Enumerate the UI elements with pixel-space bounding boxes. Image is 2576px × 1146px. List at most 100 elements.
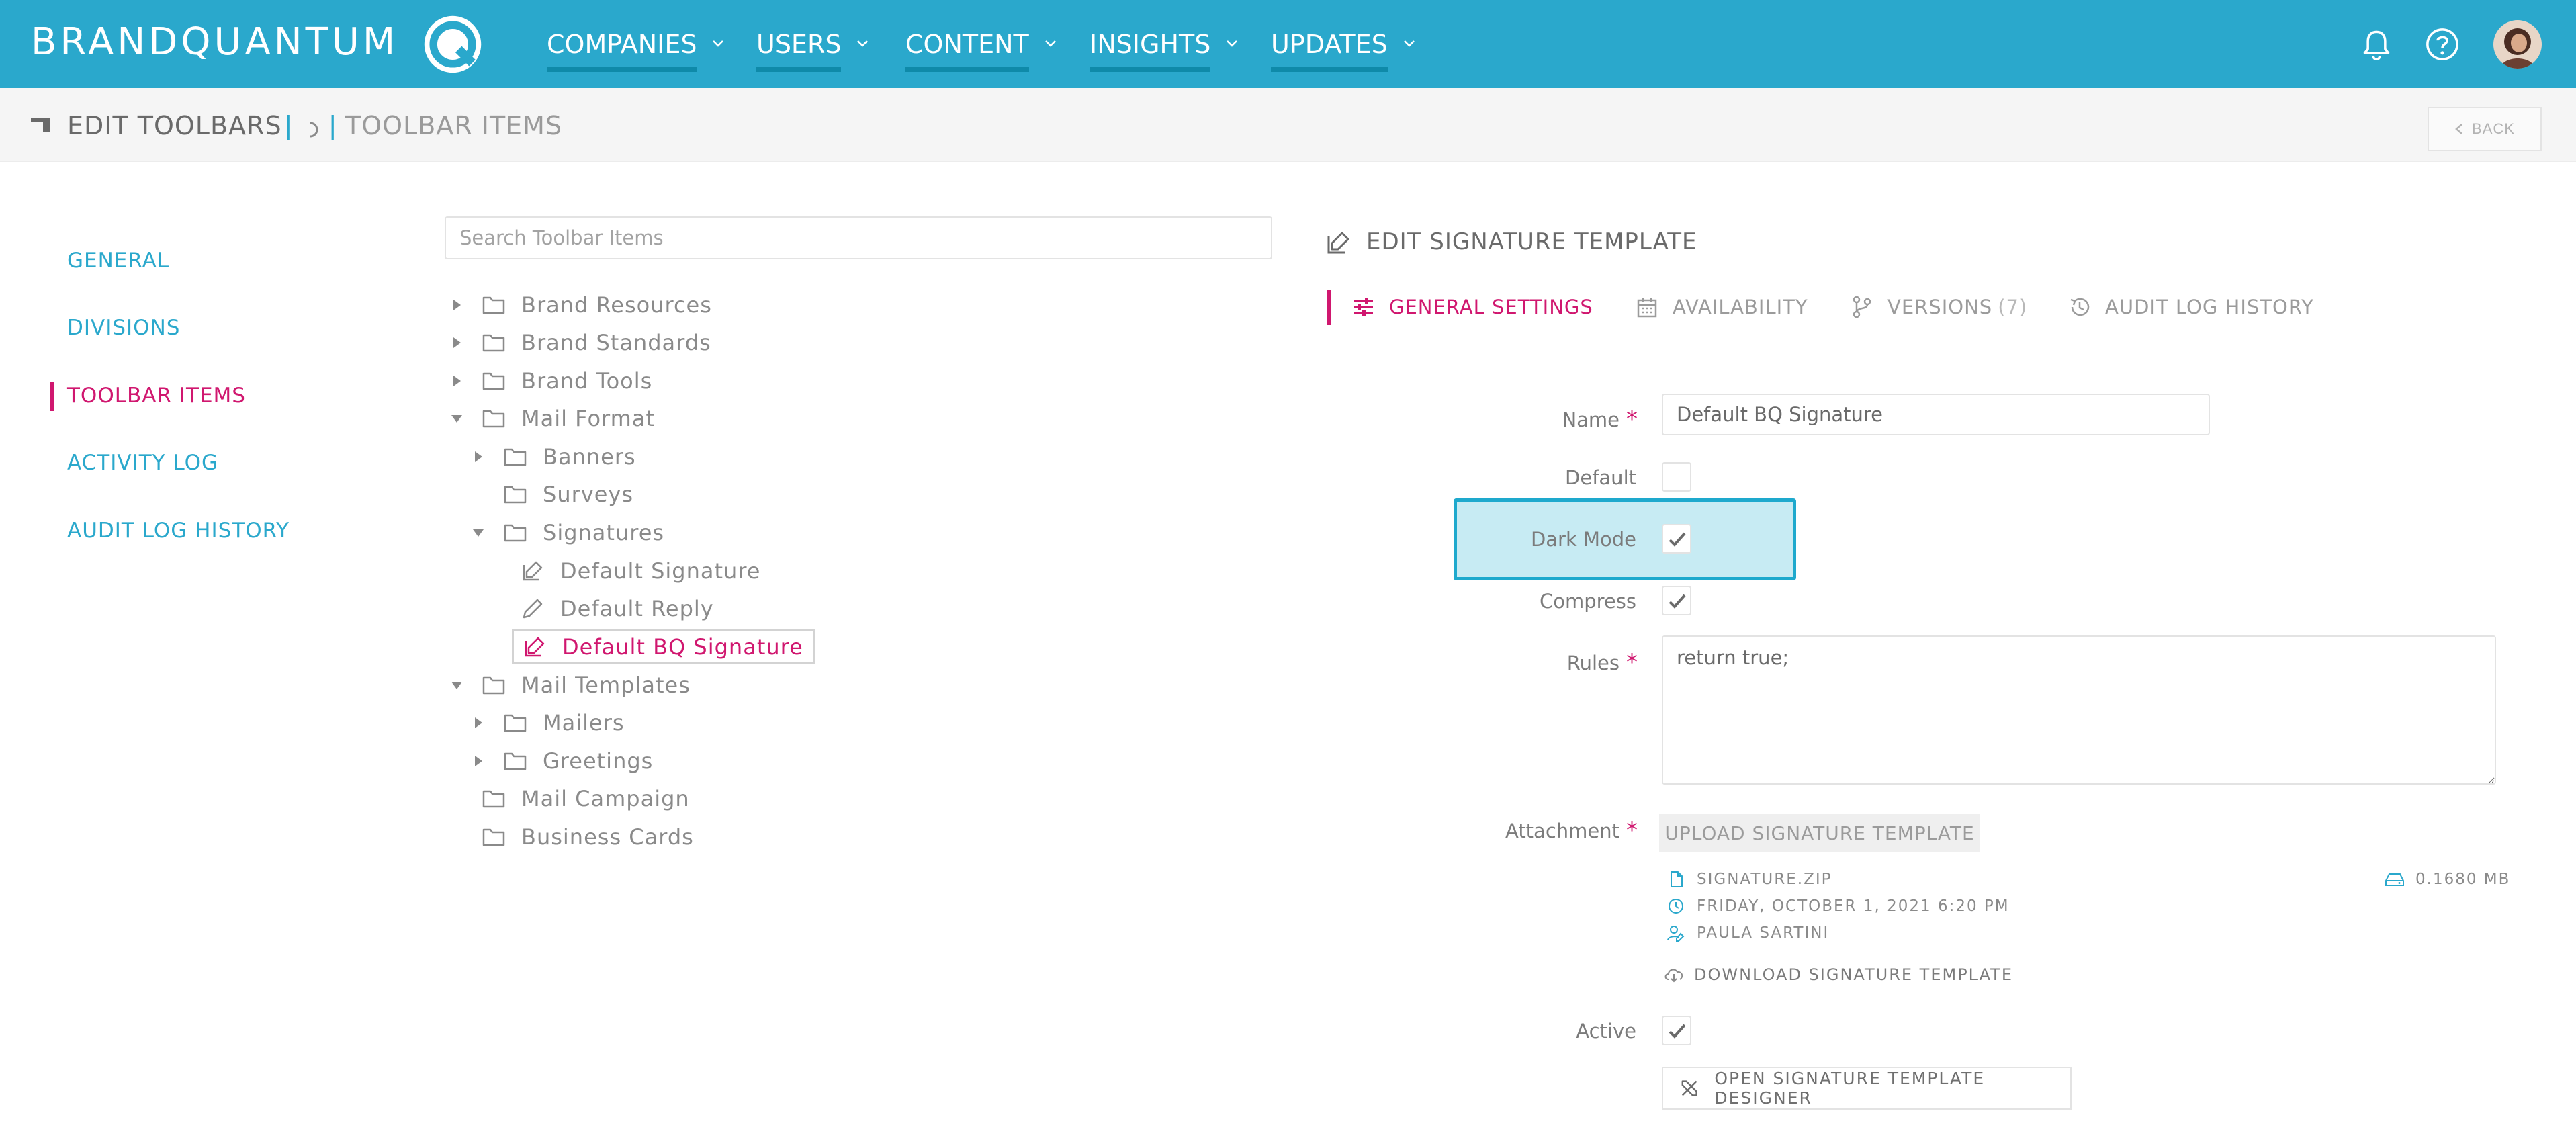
folder-icon <box>504 714 527 732</box>
tree-node-greetings[interactable]: Greetings <box>469 744 653 779</box>
sidebar-item-toolbar-items[interactable]: TOOLBAR ITEMS <box>67 384 246 408</box>
nav-insights[interactable]: INSIGHTS <box>1090 30 1240 72</box>
tree-node-label: Mail Templates <box>521 672 691 698</box>
attachment-file-date: FRIDAY, OCTOBER 1, 2021 6:20 PM <box>1667 895 2010 918</box>
avatar-image <box>2493 20 2542 69</box>
back-button[interactable]: BACK <box>2428 107 2542 151</box>
search-toolbar-items-input[interactable] <box>445 216 1272 259</box>
name-label-text: Name <box>1562 408 1619 431</box>
sidebar-item-divisions[interactable]: DIVISIONS <box>67 316 180 340</box>
tree-node-label: Default Signature <box>560 558 761 584</box>
user-edit-icon <box>1667 926 1685 942</box>
nav-insights-label: INSIGHTS <box>1090 30 1211 72</box>
folder-icon <box>482 828 505 846</box>
bell-icon[interactable] <box>2358 26 2395 63</box>
caret-right-icon[interactable] <box>447 371 466 390</box>
tree-node-brand-tools[interactable]: Brand Tools <box>447 363 652 398</box>
nav-users[interactable]: USERS <box>756 30 871 72</box>
download-label: DOWNLOAD SIGNATURE TEMPLATE <box>1694 965 2013 984</box>
tree-node-surveys[interactable]: Surveys <box>469 477 633 512</box>
dark-mode-field-label: Dark Mode <box>1530 528 1636 551</box>
tab-versions[interactable]: VERSIONS (7) <box>1850 293 2027 321</box>
nav-updates[interactable]: UPDATES <box>1271 30 1417 72</box>
tree-node-mailers[interactable]: Mailers <box>469 705 625 740</box>
open-signature-template-designer-button[interactable]: OPEN SIGNATURE TEMPLATE DESIGNER <box>1662 1067 2072 1110</box>
breadcrumb-separator: | <box>329 111 337 140</box>
tree-node-mail-templates[interactable]: Mail Templates <box>447 668 691 703</box>
edit-icon <box>523 561 543 581</box>
sidebar-item-activity-log[interactable]: ACTIVITY LOG <box>67 451 218 475</box>
required-marker: * <box>1626 817 1638 844</box>
caret-right-icon[interactable] <box>447 296 466 314</box>
rules-textarea[interactable]: return true; <box>1662 635 2496 785</box>
tree-node-label: Brand Tools <box>521 368 653 394</box>
sidebar-active-indicator <box>50 382 54 411</box>
caret-right-icon[interactable] <box>469 713 488 732</box>
tree-node-default-signature[interactable]: Default Signature <box>521 554 760 588</box>
tree-node-banners[interactable]: Banners <box>469 439 636 474</box>
git-branch-icon <box>1853 296 1871 318</box>
page-header: EDIT TOOLBARS | | TOOLBAR ITEMS BACK <box>0 88 2576 162</box>
active-checkbox[interactable] <box>1662 1016 1691 1045</box>
tree-node-mail-campaign[interactable]: Mail Campaign <box>447 781 690 816</box>
loading-spinner-icon <box>310 122 318 138</box>
top-navbar: BRANDQUANTUM COMPANIES USERS CONTENT INS… <box>0 0 2576 88</box>
active-field-label: Active <box>1576 1020 1636 1043</box>
user-avatar[interactable] <box>2493 20 2542 69</box>
tree-node-label: Brand Standards <box>521 330 711 355</box>
tree-node-label: Mail Campaign <box>521 786 690 811</box>
tree-node-signatures[interactable]: Signatures <box>469 515 664 550</box>
brand-logo-text[interactable]: BRANDQUANTUM <box>31 20 398 64</box>
tree-node-brand-standards[interactable]: Brand Standards <box>447 325 711 360</box>
default-checkbox[interactable] <box>1662 462 1691 492</box>
edit-icon <box>525 637 545 657</box>
tab-audit-log-history[interactable]: AUDIT LOG HISTORY <box>2068 293 2314 321</box>
caret-down-icon[interactable] <box>447 409 466 428</box>
caret-down-icon[interactable] <box>469 523 488 542</box>
caret-down-icon[interactable] <box>447 676 466 695</box>
dark-mode-checkbox[interactable] <box>1662 524 1691 554</box>
checkmark-icon <box>1669 594 1686 609</box>
download-signature-template-link[interactable]: DOWNLOAD SIGNATURE TEMPLATE <box>1663 963 2013 986</box>
tree-node-default-bq-signature[interactable]: Default BQ Signature <box>512 629 815 664</box>
tree-node-label: Greetings <box>543 748 654 774</box>
brandquantum-logo-icon[interactable] <box>420 12 485 77</box>
attachment-file-size: 0.1680 MB <box>2385 868 2510 891</box>
folder-icon <box>482 296 505 314</box>
folder-icon <box>504 752 527 770</box>
tree-node-mail-format[interactable]: Mail Format <box>447 401 655 436</box>
tree-node-label: Default Reply <box>560 596 714 621</box>
chevron-down-icon <box>857 40 869 47</box>
hard-drive-icon <box>2385 873 2404 886</box>
back-button-label: BACK <box>2472 120 2515 137</box>
tree-node-business-cards[interactable]: Business Cards <box>447 820 694 854</box>
tab-availability[interactable]: AVAILABILITY <box>1635 293 1808 321</box>
tree-node-brand-resources[interactable]: Brand Resources <box>447 288 712 322</box>
nav-updates-label: UPDATES <box>1271 30 1388 72</box>
checkmark-icon <box>1669 1024 1686 1039</box>
tree-node-label: Signatures <box>543 520 665 545</box>
help-icon[interactable] <box>2424 26 2461 63</box>
tab-general-settings[interactable]: GENERAL SETTINGS <box>1351 293 1593 321</box>
sidebar-item-general[interactable]: GENERAL <box>67 249 169 273</box>
caret-right-icon[interactable] <box>447 333 466 352</box>
tree-node-label: Business Cards <box>521 824 694 850</box>
attachment-label-text: Attachment <box>1505 820 1619 842</box>
tree-node-label: Banners <box>543 444 636 470</box>
caret-right-icon[interactable] <box>469 447 488 466</box>
nav-content[interactable]: CONTENT <box>905 30 1059 72</box>
caret-right-icon[interactable] <box>469 752 488 770</box>
nav-companies[interactable]: COMPANIES <box>547 30 726 72</box>
compress-checkbox[interactable] <box>1662 586 1691 615</box>
folder-icon <box>482 372 505 390</box>
folder-open-icon <box>504 524 527 542</box>
upload-signature-template-button[interactable]: UPLOAD SIGNATURE TEMPLATE <box>1659 814 1980 852</box>
tab-label: AUDIT LOG HISTORY <box>2105 296 2314 318</box>
folder-icon <box>482 334 505 352</box>
sidebar-item-audit-log-history[interactable]: AUDIT LOG HISTORY <box>67 519 290 543</box>
tree-node-default-reply[interactable]: Default Reply <box>521 591 714 626</box>
name-input[interactable] <box>1662 394 2210 435</box>
